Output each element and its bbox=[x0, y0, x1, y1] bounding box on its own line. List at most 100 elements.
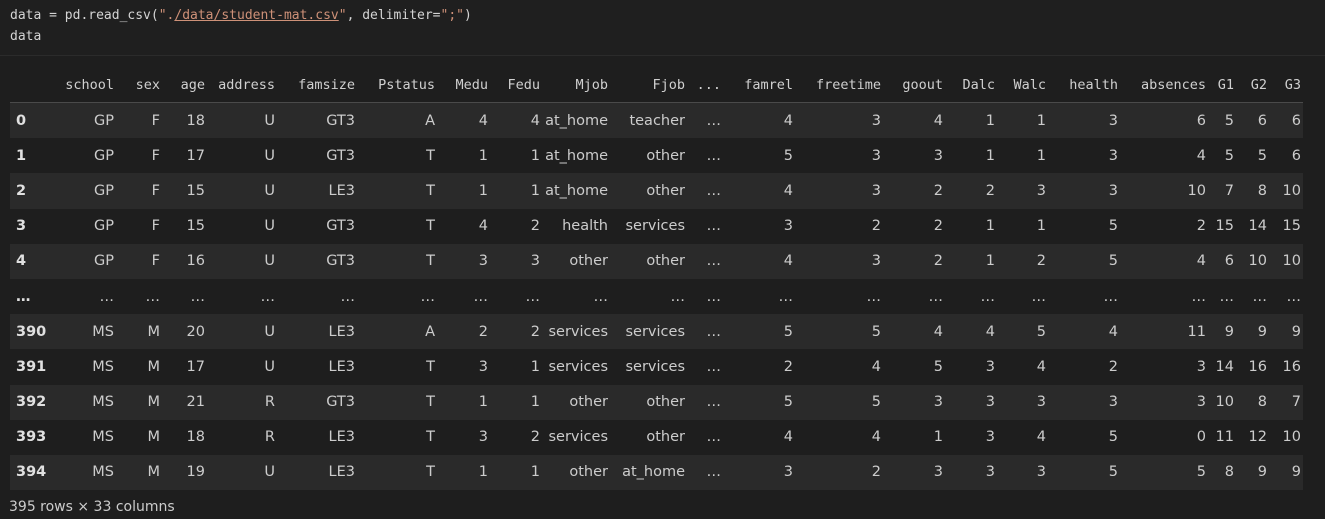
table-cell: 8 bbox=[1257, 182, 1267, 199]
table-cell: 17 bbox=[186, 358, 205, 375]
table-cell: 5 bbox=[1257, 147, 1267, 164]
table-cell: 4 bbox=[1196, 253, 1206, 270]
table-cell: 4 bbox=[1108, 323, 1118, 340]
table-cell: T bbox=[426, 394, 435, 411]
row-index: 394 bbox=[16, 464, 47, 481]
table-cell: 1 bbox=[1036, 147, 1046, 164]
table-cell: 6 bbox=[1196, 112, 1206, 129]
column-header: Fedu bbox=[490, 67, 542, 103]
table-cell: … bbox=[778, 288, 794, 305]
table-cell: LE3 bbox=[328, 358, 355, 375]
header-row: school sex age address famsize Pstatus Medu Fed… bbox=[10, 67, 1303, 103]
table-cell: 18 bbox=[186, 112, 205, 129]
column-header: Pstatus bbox=[357, 67, 437, 103]
table-cell: 3 bbox=[985, 429, 995, 446]
table-cell: 3 bbox=[1108, 182, 1118, 199]
table-cell: T bbox=[426, 464, 435, 481]
table-cell: GT3 bbox=[326, 112, 355, 129]
table-cell: 1 bbox=[530, 182, 540, 199]
table-cell: 3 bbox=[1196, 394, 1206, 411]
table-cell: 3 bbox=[530, 253, 540, 270]
table-cell: 5 bbox=[871, 323, 881, 340]
table-cell: … bbox=[980, 288, 996, 305]
table-row: 3 GP F 15 U GT3 T 4 2 health services… 3 2 2 1 1 5 2 15 14 1… bbox=[10, 208, 1303, 244]
table-cell: services bbox=[548, 358, 609, 375]
table-cell: … bbox=[670, 288, 686, 305]
row-index: 0 bbox=[16, 112, 27, 129]
table-cell: 6 bbox=[1257, 112, 1267, 129]
table-cell: 10 bbox=[1282, 429, 1301, 446]
table-cell: M bbox=[147, 358, 160, 375]
table-cell: LE3 bbox=[328, 323, 355, 340]
table-cell: 15 bbox=[186, 218, 205, 235]
table-cell: 1 bbox=[933, 429, 943, 446]
table-body: 0 GP F 18 U GT3 A 4 4 at_home teacher… 4 3 4 1 1 3 6 5 6 6 1 G… bbox=[10, 102, 1303, 491]
column-header: address bbox=[207, 67, 277, 103]
column-header: famsize bbox=[277, 67, 357, 103]
table-cell: 16 bbox=[186, 253, 205, 270]
table-row: 391 MS M 17 U LE3 T 3 1 services services… 2 4 5 3 4 2 3 1… bbox=[10, 349, 1303, 385]
table-cell: 1 bbox=[1036, 112, 1046, 129]
table-cell: 8 bbox=[1257, 394, 1267, 411]
table-cell: 5 bbox=[783, 394, 793, 411]
table-cell: 1 bbox=[985, 147, 995, 164]
table-cell: 3 bbox=[933, 464, 943, 481]
table-cell: M bbox=[147, 394, 160, 411]
table-cell: 4 bbox=[530, 112, 540, 129]
table-cell: … bbox=[706, 182, 722, 199]
table-cell: A bbox=[425, 112, 435, 129]
table-cell: 1 bbox=[478, 147, 488, 164]
table-cell: 1 bbox=[985, 218, 995, 235]
table-cell: T bbox=[426, 253, 435, 270]
table-cell: F bbox=[151, 147, 160, 164]
table-cell: T bbox=[426, 429, 435, 446]
table-cell: 3 bbox=[478, 358, 488, 375]
table-cell: … bbox=[706, 323, 722, 340]
table-cell: F bbox=[151, 112, 160, 129]
csv-path-link[interactable]: /data/student-mat.csv bbox=[174, 8, 338, 23]
table-cell: 2 bbox=[530, 429, 540, 446]
table-cell: other bbox=[646, 394, 685, 411]
table-cell: 2 bbox=[530, 218, 540, 235]
table-cell: 4 bbox=[478, 218, 488, 235]
table-cell: U bbox=[264, 147, 275, 164]
table-cell: 4 bbox=[1036, 358, 1046, 375]
table-cell: services bbox=[625, 323, 686, 340]
table-row: 1 GP F 17 U GT3 T 1 1 at_home other … 5 3 3 1 1 3 4 5 5 6 bbox=[10, 138, 1303, 174]
table-cell: at_home bbox=[545, 147, 608, 164]
table-cell: MS bbox=[92, 358, 114, 375]
table-cell: MS bbox=[92, 429, 114, 446]
table-cell: 16 bbox=[1248, 358, 1267, 375]
table-cell: 10 bbox=[1215, 394, 1234, 411]
table-cell: 5 bbox=[783, 323, 793, 340]
table-cell: 5 bbox=[1036, 323, 1046, 340]
table-cell: U bbox=[264, 182, 275, 199]
table-cell: 3 bbox=[783, 464, 793, 481]
table-cell: F bbox=[151, 253, 160, 270]
table-cell: 3 bbox=[985, 394, 995, 411]
table-cell: T bbox=[426, 218, 435, 235]
table-cell: 15 bbox=[1282, 218, 1301, 235]
table-cell: 5 bbox=[1224, 112, 1234, 129]
table-cell: 6 bbox=[1291, 112, 1301, 129]
table-row: 0 GP F 18 U GT3 A 4 4 at_home teacher … 4 3 4 1 1 3 6 5 6 6 bbox=[10, 102, 1303, 139]
column-header: freetime bbox=[795, 67, 883, 103]
table-cell: … bbox=[1286, 288, 1302, 305]
code-cell[interactable]: data = pd.read_csv("./data/student-mat.c… bbox=[0, 0, 1325, 56]
table-cell: health bbox=[562, 218, 608, 235]
table-cell: 4 bbox=[478, 112, 488, 129]
row-index: 3 bbox=[16, 218, 27, 235]
table-cell: U bbox=[264, 323, 275, 340]
table-cell: other bbox=[646, 429, 685, 446]
column-header: Medu bbox=[437, 67, 490, 103]
table-cell: … bbox=[706, 358, 722, 375]
table-cell: … bbox=[99, 288, 115, 305]
table-cell: other bbox=[569, 394, 608, 411]
table-cell: GT3 bbox=[326, 218, 355, 235]
table-cell: GP bbox=[94, 218, 114, 235]
table-cell: … bbox=[1103, 288, 1119, 305]
table-cell: 5 bbox=[871, 394, 881, 411]
table-cell: at_home bbox=[622, 464, 685, 481]
table-cell: 2 bbox=[1108, 358, 1118, 375]
row-index: … bbox=[16, 288, 31, 305]
